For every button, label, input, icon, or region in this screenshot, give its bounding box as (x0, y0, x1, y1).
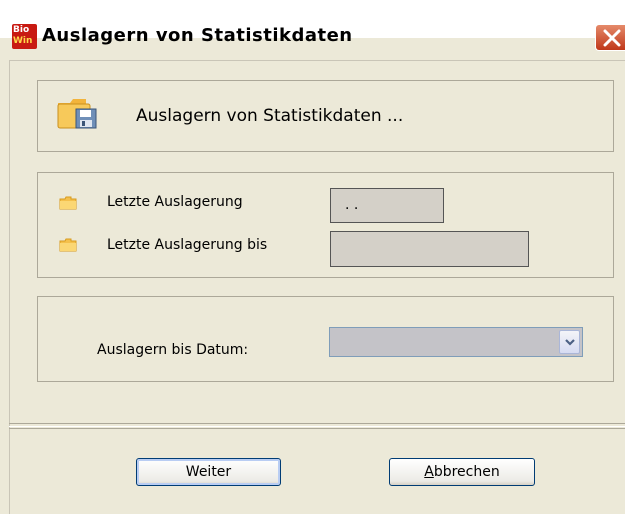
cancel-button[interactable]: Abbrechen (389, 458, 535, 486)
dialog-window: Bio Win Auslagern von Statistikdaten Aus… (0, 0, 625, 514)
export-date-panel: Auslagern bis Datum: (37, 296, 614, 382)
close-button[interactable] (595, 24, 625, 51)
export-date-label: Auslagern bis Datum: (97, 342, 249, 358)
last-export-until-field (330, 231, 529, 267)
app-icon-text-bottom: Win (13, 36, 33, 46)
app-icon-text-top: Bio (13, 25, 30, 35)
window-title: Auslagern von Statistikdaten (42, 25, 353, 46)
export-date-dropdown[interactable] (329, 327, 583, 357)
folder-icon (59, 237, 77, 256)
last-export-label: Letzte Auslagerung (107, 194, 243, 210)
last-export-field: . . (330, 188, 444, 223)
separator (9, 428, 625, 429)
folder-icon (59, 195, 77, 214)
separator (9, 426, 625, 427)
cancel-label: bbrechen (433, 464, 500, 480)
cancel-accelerator: A (424, 464, 434, 480)
biowin-app-icon: Bio Win (12, 24, 37, 49)
last-export-panel: Letzte Auslagerung . . Letzte Auslagerun… (37, 172, 614, 278)
close-icon (603, 29, 621, 47)
folder-disk-icon (56, 95, 100, 135)
chevron-down-icon (565, 339, 575, 346)
header-panel: Auslagern von Statistikdaten ... (37, 80, 614, 152)
dropdown-button[interactable] (559, 330, 580, 354)
last-export-until-label: Letzte Auslagerung bis (107, 237, 268, 253)
separator (9, 423, 625, 424)
title-bar[interactable]: Bio Win Auslagern von Statistikdaten (0, 0, 625, 51)
header-title: Auslagern von Statistikdaten ... (136, 106, 404, 126)
next-button[interactable]: Weiter (136, 458, 281, 486)
